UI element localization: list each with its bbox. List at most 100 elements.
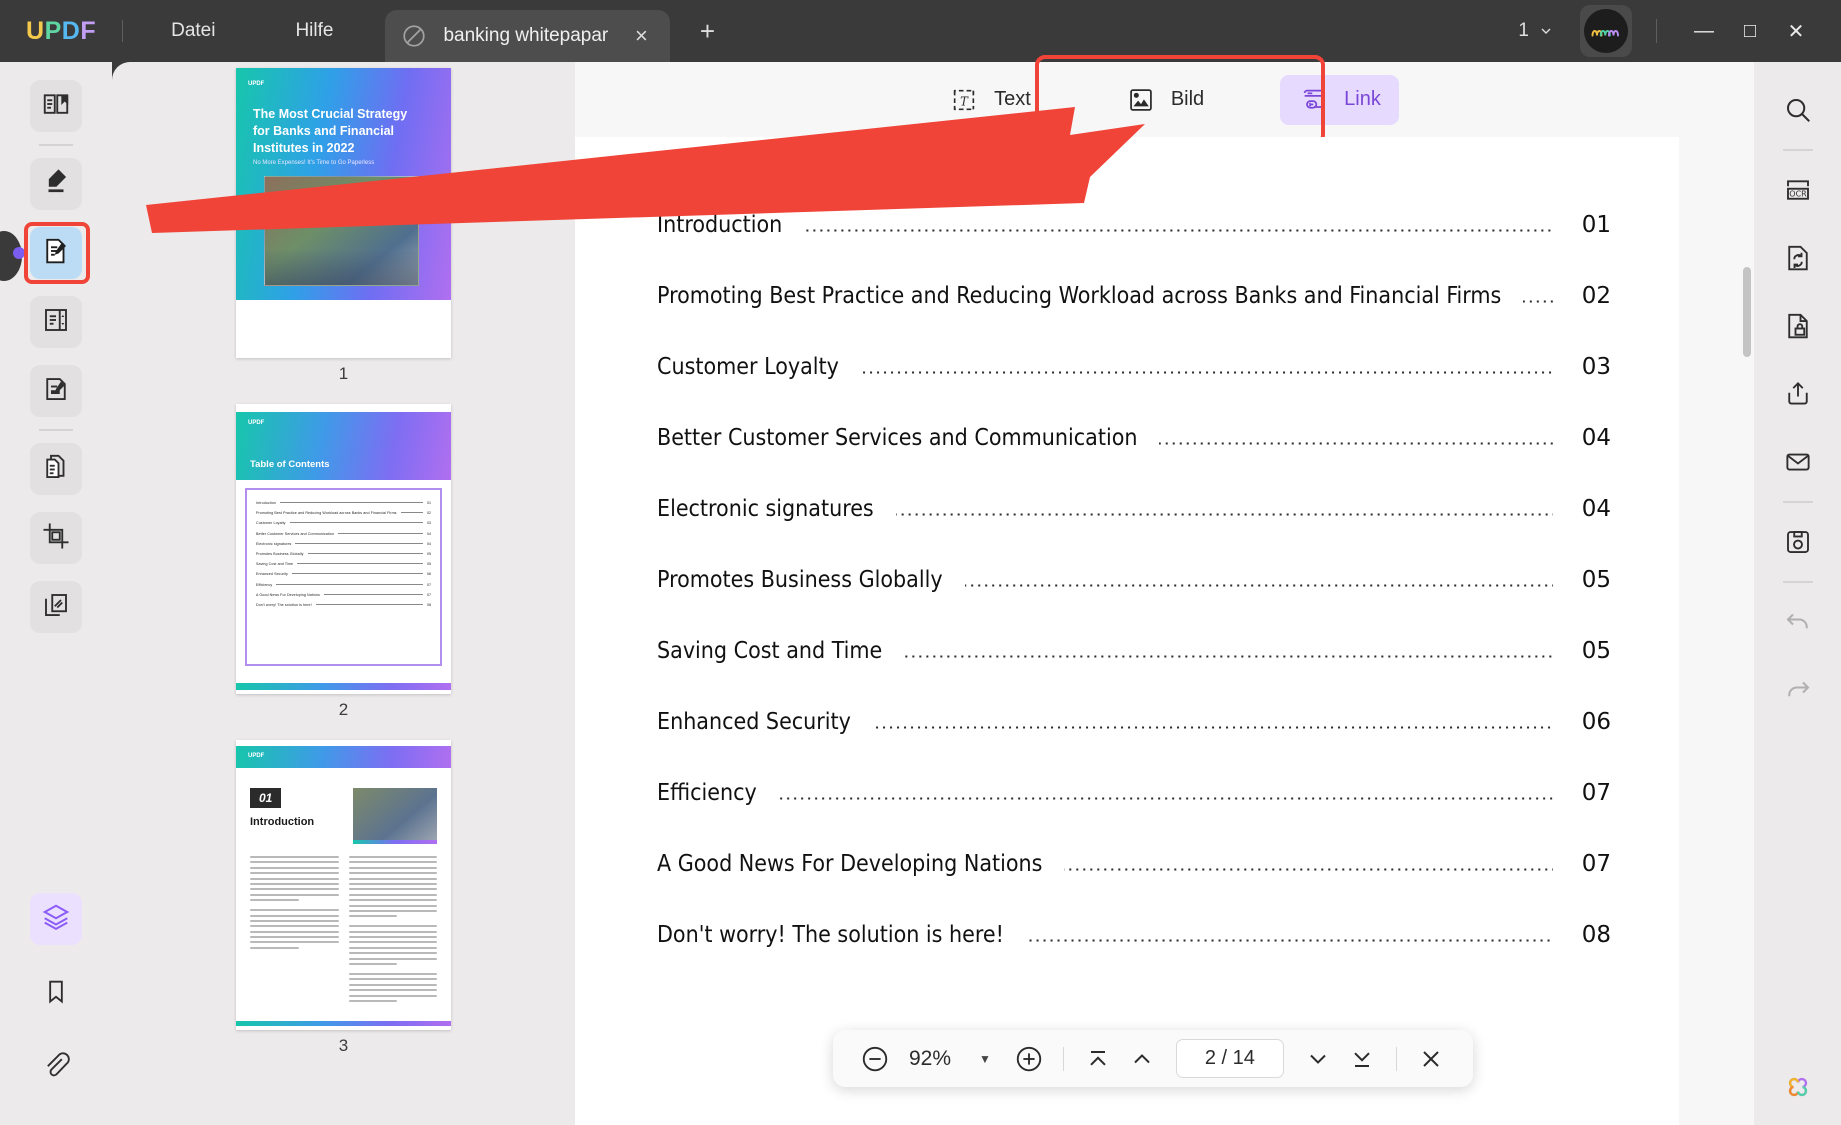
tool-text-label: Text bbox=[994, 88, 1031, 110]
thumb-body-line bbox=[348, 941, 437, 944]
sidebar-item-reader[interactable] bbox=[30, 80, 82, 132]
zoom-dropdown-caret-icon[interactable]: ▼ bbox=[965, 1052, 1005, 1066]
sidebar-item-layers[interactable] bbox=[30, 893, 82, 945]
thumb-body-line bbox=[348, 866, 437, 869]
thumb-toc-row: Electronic signatures 04 bbox=[256, 542, 431, 546]
thumb-body-line bbox=[348, 983, 437, 986]
image-tool-icon bbox=[1125, 84, 1157, 116]
thumb-body-line bbox=[348, 989, 437, 992]
thumb3-heading: Introduction bbox=[250, 816, 315, 828]
toc-entry[interactable]: Introduction 01 bbox=[657, 212, 1611, 283]
thumb-body-line bbox=[348, 930, 437, 933]
right-item-share[interactable] bbox=[1772, 368, 1824, 420]
sidebar-item-bookmark[interactable] bbox=[30, 967, 82, 1019]
window-close-button[interactable]: ✕ bbox=[1773, 19, 1819, 44]
sidebar-item-crop[interactable] bbox=[30, 512, 82, 564]
toc-entry[interactable]: Promotes Business Globally 05 bbox=[657, 567, 1611, 638]
sidebar-convert-icon bbox=[41, 452, 71, 487]
thumb-body-line bbox=[348, 872, 437, 875]
toc-entry[interactable]: A Good News For Developing Nations 07 bbox=[657, 851, 1611, 922]
sidebar-item-annotate[interactable] bbox=[30, 158, 82, 210]
user-avatar-button[interactable] bbox=[1580, 5, 1632, 57]
thumb-body-line bbox=[250, 925, 339, 928]
toc-leader-dots bbox=[964, 584, 1553, 587]
thumbnail-page-3[interactable]: UPDF 01 Introduction 3 bbox=[236, 740, 451, 1056]
window-minimize-button[interactable]: — bbox=[1681, 20, 1727, 43]
new-tab-button[interactable]: + bbox=[692, 16, 722, 47]
thumbnail-page-2-number: 2 bbox=[338, 700, 349, 719]
window-maximize-button[interactable]: □ bbox=[1727, 20, 1773, 43]
sidebar-item-form[interactable] bbox=[30, 365, 82, 417]
main-content-area: T Text Bild Link Introduction 01 Promoti… bbox=[575, 55, 1754, 1125]
sidebar-item-edit-pdf[interactable] bbox=[30, 227, 82, 279]
tool-link[interactable]: Link bbox=[1280, 74, 1399, 125]
tool-text[interactable]: T Text bbox=[930, 75, 1049, 125]
toc-entry[interactable]: Efficiency 07 bbox=[657, 780, 1611, 851]
svg-text:T: T bbox=[960, 94, 969, 108]
zoom-out-button[interactable] bbox=[855, 1039, 895, 1079]
toc-entry[interactable]: Don't worry! The solution is here! 08 bbox=[657, 922, 1611, 993]
window-controls-divider bbox=[1656, 19, 1657, 43]
right-item-search[interactable] bbox=[1772, 84, 1824, 136]
thumb-body-line bbox=[348, 904, 437, 907]
zoom-in-button[interactable] bbox=[1009, 1039, 1049, 1079]
right-item-protect[interactable] bbox=[1772, 300, 1824, 352]
toc-entry[interactable]: Electronic signatures 04 bbox=[657, 496, 1611, 567]
right-item-redo[interactable] bbox=[1772, 664, 1824, 716]
pdf-page-2: Introduction 01 Promoting Best Practice an… bbox=[575, 137, 1679, 1125]
previous-page-button[interactable] bbox=[1122, 1039, 1162, 1079]
thumb-toc-row: Efficiency 07 bbox=[256, 583, 431, 587]
pdf-page-viewport[interactable]: Introduction 01 Promoting Best Practice an… bbox=[575, 137, 1754, 1125]
thumb-body-line bbox=[348, 952, 437, 955]
toc-entry[interactable]: Enhanced Security 06 bbox=[657, 709, 1611, 780]
document-tab[interactable]: banking whitepapar × bbox=[385, 10, 671, 62]
toc-entry-page: 01 bbox=[1581, 212, 1611, 238]
thumb-toc-page: 08 bbox=[427, 602, 431, 607]
right-item-ai-assistant[interactable] bbox=[1772, 1061, 1824, 1113]
menu-datei[interactable]: Datei bbox=[149, 14, 237, 48]
thumb1-brand: UPDF bbox=[248, 81, 265, 87]
menu-hilfe[interactable]: Hilfe bbox=[273, 14, 355, 48]
ai-assistant-icon bbox=[1788, 1077, 1807, 1097]
right-item-ocr[interactable]: OCR bbox=[1772, 164, 1824, 216]
toc-entry[interactable]: Customer Loyalty 03 bbox=[657, 354, 1611, 425]
last-page-button[interactable] bbox=[1342, 1039, 1382, 1079]
page-count-dropdown[interactable]: 1 bbox=[1518, 20, 1554, 42]
edit-tools-toolbar: T Text Bild Link bbox=[575, 55, 1754, 145]
thumb-toc-row: Promoting Best Practice and Reducing Wor… bbox=[256, 511, 431, 515]
tool-image[interactable]: Bild bbox=[1107, 75, 1222, 125]
toc-entry[interactable]: Better Customer Services and Communicati… bbox=[657, 425, 1611, 496]
page-thumbnail-panel[interactable]: UPDF The Most Crucial Strategy for Banks… bbox=[112, 62, 575, 1125]
thumbnail-page-3-number: 3 bbox=[338, 1036, 349, 1055]
sidebar-item-attachment[interactable] bbox=[30, 1041, 82, 1093]
sidebar-item-organize-pages[interactable] bbox=[30, 296, 82, 348]
thumb3-section-number: 01 bbox=[250, 788, 282, 808]
tab-close-icon[interactable]: × bbox=[626, 23, 656, 49]
thumb-body-line bbox=[348, 877, 437, 880]
sidebar-item-batch[interactable] bbox=[30, 581, 82, 633]
right-item-save[interactable] bbox=[1772, 516, 1824, 568]
vertical-scrollbar[interactable] bbox=[1743, 267, 1751, 357]
first-page-button[interactable] bbox=[1078, 1039, 1118, 1079]
close-toolbar-button[interactable] bbox=[1411, 1039, 1451, 1079]
zoom-level-value[interactable]: 92% bbox=[899, 1047, 961, 1071]
thumb-toc-row: Enhanced Security 06 bbox=[256, 572, 431, 576]
right-item-email[interactable] bbox=[1772, 436, 1824, 488]
thumbnail-page-2[interactable]: UPDF Table of Contents Introduction 01 Pro… bbox=[236, 404, 451, 720]
thumb-toc-dots bbox=[400, 512, 423, 514]
thumb-body-line bbox=[348, 946, 437, 949]
thumb-body-line bbox=[250, 914, 339, 917]
thumb1-photo bbox=[264, 176, 419, 286]
page-number-field[interactable]: 2 / 14 bbox=[1175, 1039, 1284, 1078]
sidebar-item-convert[interactable] bbox=[30, 443, 82, 495]
toc-entry-title: Efficiency bbox=[657, 780, 757, 806]
thumbnail-page-1[interactable]: UPDF The Most Crucial Strategy for Banks… bbox=[236, 68, 451, 384]
toc-entry[interactable]: Saving Cost and Time 05 bbox=[657, 638, 1611, 709]
updf-logo: UPDF bbox=[26, 17, 96, 46]
right-item-undo[interactable] bbox=[1772, 596, 1824, 648]
toc-entry[interactable]: Promoting Best Practice and Reducing Wor… bbox=[657, 283, 1611, 354]
toc-entry-title: Don't worry! The solution is here! bbox=[657, 922, 1004, 948]
right-item-convert[interactable] bbox=[1772, 232, 1824, 284]
next-page-button[interactable] bbox=[1298, 1039, 1338, 1079]
thumbnail-page-2-preview: UPDF Table of Contents Introduction 01 Pro… bbox=[236, 404, 451, 694]
